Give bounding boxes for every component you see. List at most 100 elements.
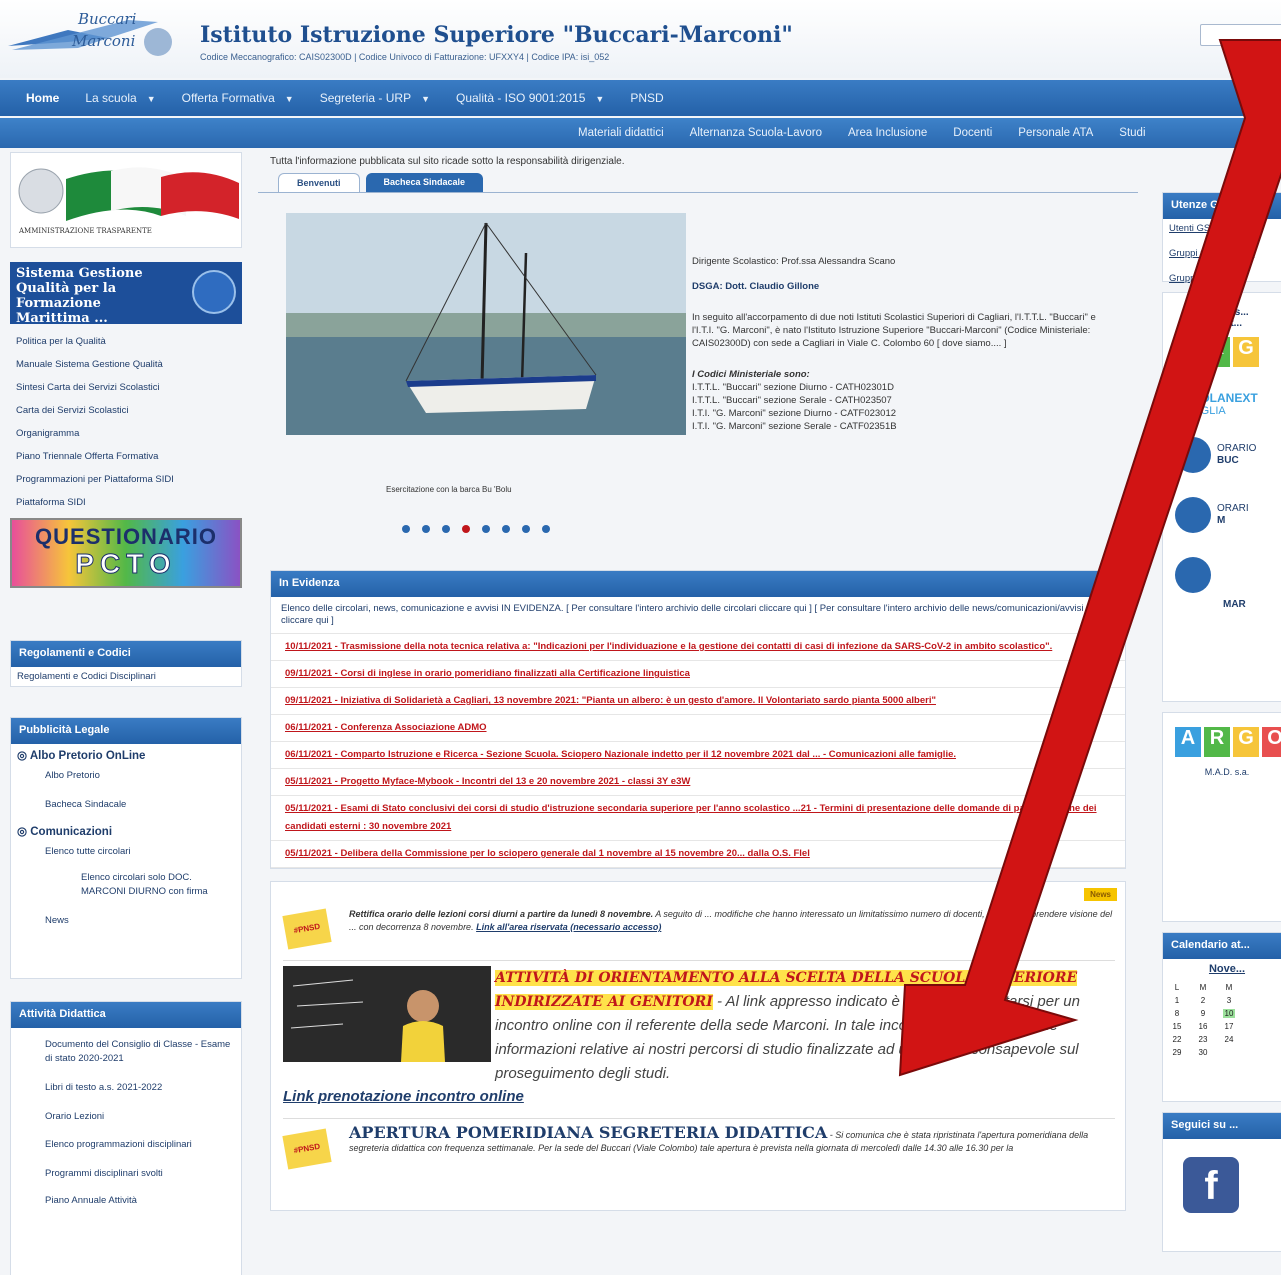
nav-alternanza[interactable]: Alternanza Scuola-Lavoro	[690, 127, 822, 139]
calendar-day[interactable]: 15	[1171, 1022, 1183, 1031]
slider-dot[interactable]	[482, 525, 490, 533]
quality-link[interactable]: Piattaforma SIDI	[10, 491, 242, 514]
slider-dot[interactable]	[542, 525, 550, 533]
utenze-link[interactable]: Gruppi Classe	[1163, 269, 1281, 288]
evidenza-item[interactable]: 05/11/2021 - Delibera della Commissione …	[271, 841, 1125, 868]
calendar-day[interactable]: 2	[1197, 996, 1209, 1005]
quality-link[interactable]: Manuale Sistema Gestione Qualità	[10, 353, 242, 376]
evidenza-item[interactable]: 10/11/2021 - Trasmissione della nota tec…	[271, 634, 1125, 661]
quality-link[interactable]: Programmazioni per Piattaforma SIDI	[10, 468, 242, 491]
orario-serale[interactable]	[1175, 557, 1281, 593]
comunicazioni-link[interactable]: Elenco circolari solo DOC. MARCONI DIURN…	[11, 867, 231, 903]
calendar-day[interactable]: 22	[1171, 1035, 1183, 1044]
orientamento-link[interactable]: Link prenotazione incontro online	[283, 1086, 1123, 1105]
utenze-link[interactable]: Utenti GSuite	[1163, 219, 1281, 238]
orario-label: ORARIO BUC	[1217, 443, 1256, 467]
slider-dot[interactable]	[402, 525, 410, 533]
quality-link[interactable]: Organigramma	[10, 422, 242, 445]
quality-link[interactable]: Politica per la Qualità	[10, 330, 242, 353]
attivita-link[interactable]: Orario Lezioni	[11, 1107, 241, 1126]
tab-bacheca-sindacale[interactable]: Bacheca Sindacale	[365, 173, 484, 192]
comunicazioni-link[interactable]: News	[11, 911, 241, 930]
evidenza-intro[interactable]: Elenco delle circolari, news, comunicazi…	[271, 597, 1125, 634]
segreteria-news: APERTURA POMERIDIANA SEGRETERIA DIDATTIC…	[349, 1125, 1119, 1155]
tab-benvenuti[interactable]: Benvenuti	[278, 173, 360, 192]
news-rettifica-link[interactable]: Link all'area riservata (necessario acce…	[476, 922, 661, 932]
nav-qualita[interactable]: Qualità - ISO 9001:2015 ▼	[456, 91, 604, 105]
argo-mad-logo[interactable]: A R G O	[1175, 727, 1281, 757]
quality-link[interactable]: Carta dei Servizi Scolastici	[10, 399, 242, 422]
attivita-link[interactable]: Libri di testo a.s. 2021-2022	[11, 1078, 241, 1097]
nav-pnsd[interactable]: PNSD	[630, 91, 663, 105]
calendar-day[interactable]: 10	[1223, 1009, 1235, 1018]
albo-pretorio-heading[interactable]: ◎ Albo Pretorio OnLine	[11, 744, 241, 766]
slider-dot[interactable]	[502, 525, 510, 533]
nav-segreteria[interactable]: Segreteria - URP ▼	[320, 91, 430, 105]
questionario-pcto-banner[interactable]: QUESTIONARIO PCTO	[10, 518, 242, 588]
comunicazioni-link[interactable]: Elenco tutte circolari	[11, 842, 241, 861]
calendar-day[interactable]: 1	[1171, 996, 1183, 1005]
nav-offerta-formativa[interactable]: Offerta Formativa ▼	[182, 91, 294, 105]
site-header: Buccari Marconi Istituto Istruzione Supe…	[0, 0, 1281, 78]
seguici-title: Seguici su ...	[1163, 1113, 1281, 1139]
news-badge[interactable]: News	[1084, 888, 1117, 901]
evidenza-item[interactable]: 09/11/2021 - Corsi di inglese in orario …	[271, 661, 1125, 688]
quality-link[interactable]: Piano Triennale Offerta Formativa	[10, 445, 242, 468]
school-logo[interactable]: Buccari Marconi	[8, 8, 180, 68]
calendar-grid: L M M 1 2 3 8 9 10 15 16 17 22 23 24 29 30	[1163, 975, 1281, 1061]
evidenza-item[interactable]: 05/11/2021 - Esami di Stato conclusivi d…	[271, 796, 1125, 841]
argo-logo[interactable]: A R G	[1175, 337, 1281, 367]
calendar-day[interactable]: 8	[1171, 1009, 1183, 1018]
quality-link[interactable]: Sintesi Carta dei Servizi Scolastici	[10, 376, 242, 399]
evidenza-item[interactable]: 06/11/2021 - Comparto Istruzione e Ricer…	[271, 742, 1125, 769]
news-rettifica: Rettifica orario delle lezioni corsi diu…	[349, 908, 1119, 934]
slider-dot[interactable]	[522, 525, 530, 533]
attivita-link[interactable]: Piano Annuale Attività	[11, 1191, 241, 1210]
slider-dot[interactable]	[422, 525, 430, 533]
evidenza-item[interactable]: 06/11/2021 - Conferenza Associazione ADM…	[271, 715, 1125, 742]
calendar-day[interactable]: 23	[1197, 1035, 1209, 1044]
calendar-day[interactable]: 24	[1223, 1035, 1235, 1044]
scuolanext-logo[interactable]: SCUOLANEXT	[1175, 391, 1281, 405]
search-input[interactable]	[1200, 24, 1281, 46]
evidenza-item[interactable]: 09/11/2021 - Iniziativa di Solidarietà a…	[271, 688, 1125, 715]
nav-label: Qualità - ISO 9001:2015	[456, 91, 586, 105]
nav-ata[interactable]: Personale ATA	[1018, 127, 1093, 139]
regolamenti-link[interactable]: Regolamenti e Codici Disciplinari	[11, 667, 241, 686]
nav-la-scuola[interactable]: La scuola ▼	[85, 91, 155, 105]
utenze-link[interactable]: Gruppi Consigli di ...	[1163, 244, 1281, 263]
amministrazione-trasparente-banner[interactable]: AMMINISTRAZIONE TRASPARENTE	[10, 152, 242, 248]
divider	[283, 1118, 1115, 1119]
calendar-day[interactable]: 29	[1171, 1048, 1183, 1057]
nav-docenti[interactable]: Docenti	[953, 127, 992, 139]
responsibility-notice: Tutta l'informazione pubblicata sul sito…	[270, 156, 625, 167]
nav-inclusione[interactable]: Area Inclusione	[848, 127, 927, 139]
nav-label: La scuola	[85, 91, 137, 105]
pnsd-icon: #PNSD	[282, 908, 332, 950]
calendar-day[interactable]: 17	[1223, 1022, 1235, 1031]
albo-link[interactable]: Bacheca Sindacale	[11, 795, 241, 814]
orario-marconi[interactable]: ORARI M	[1175, 497, 1281, 533]
nav-home[interactable]: Home	[26, 91, 59, 105]
calendar-day[interactable]: 16	[1197, 1022, 1209, 1031]
comunicazioni-heading[interactable]: ◎ Comunicazioni	[11, 814, 241, 842]
sgq-banner[interactable]: Sistema Gestione Qualità per la Formazio…	[10, 262, 242, 326]
facebook-icon[interactable]: f	[1183, 1157, 1239, 1213]
attivita-link[interactable]: Programmi disciplinari svolti	[11, 1164, 241, 1183]
slider-dot-active[interactable]	[462, 525, 470, 533]
calendar-month[interactable]: Nove...	[1163, 963, 1281, 975]
calendar-day[interactable]	[1223, 1048, 1235, 1057]
calendar-day[interactable]: 30	[1197, 1048, 1209, 1057]
chevron-down-icon: ▼	[595, 94, 605, 104]
calendar-day[interactable]: 9	[1197, 1009, 1209, 1018]
attivita-link[interactable]: Documento del Consiglio di Classe - Esam…	[11, 1034, 241, 1070]
nav-studenti[interactable]: Studi	[1119, 127, 1145, 139]
attivita-link[interactable]: Elenco programmazioni disciplinari	[11, 1134, 241, 1156]
utenze-title: Utenze GSuite	[1163, 193, 1281, 219]
nav-materiali[interactable]: Materiali didattici	[578, 127, 664, 139]
calendar-day[interactable]: 3	[1223, 996, 1235, 1005]
slider-dot[interactable]	[442, 525, 450, 533]
evidenza-item[interactable]: 05/11/2021 - Progetto Myface-Mybook - In…	[271, 769, 1125, 796]
albo-link[interactable]: Albo Pretorio	[11, 766, 241, 785]
orario-buccari[interactable]: ORARIO BUC	[1175, 437, 1281, 473]
